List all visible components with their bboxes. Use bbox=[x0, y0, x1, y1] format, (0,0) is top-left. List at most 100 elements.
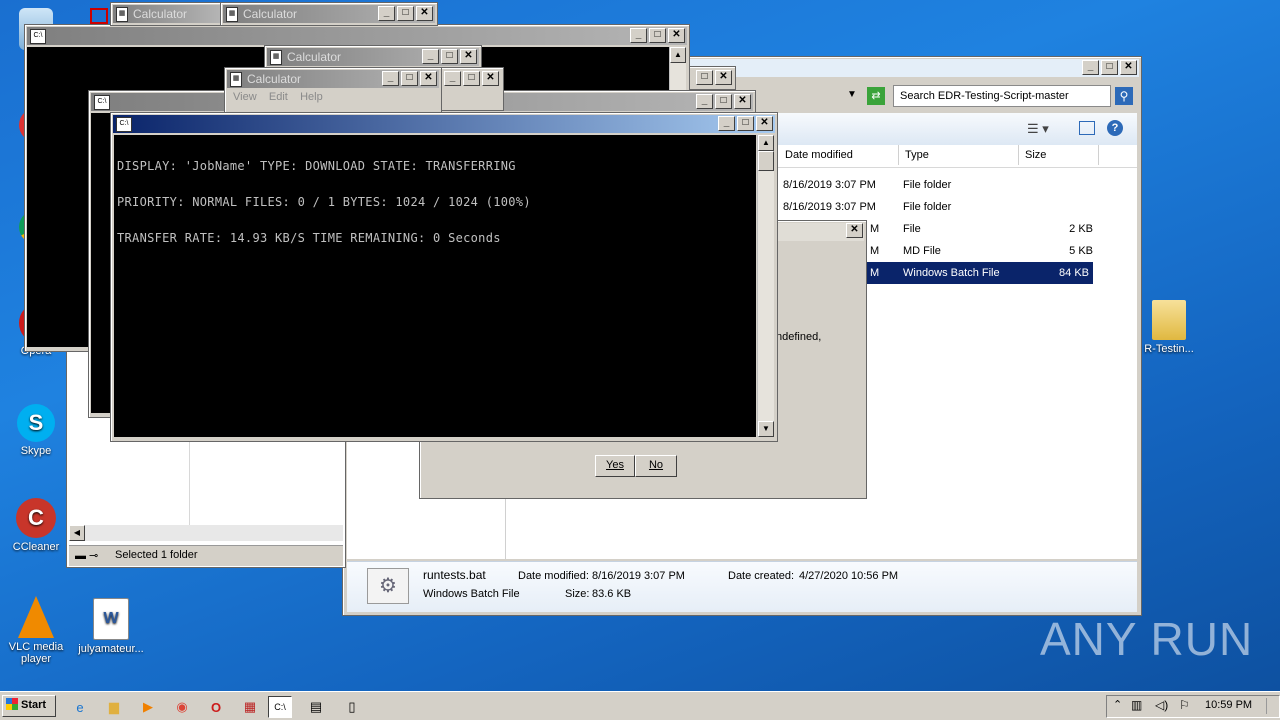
cell-date: M bbox=[870, 267, 880, 279]
view-options-icon[interactable]: ☰ ▾ bbox=[1027, 121, 1049, 137]
desktop-icon-skype[interactable]: S Skype bbox=[4, 404, 68, 457]
close-button[interactable]: ✕ bbox=[756, 116, 773, 131]
desktop-icon-vlc[interactable]: VLC media player bbox=[4, 596, 68, 665]
maximize-button[interactable]: □ bbox=[397, 6, 414, 21]
close-button[interactable]: ✕ bbox=[460, 49, 477, 64]
column-header-size[interactable]: Size bbox=[1019, 145, 1099, 165]
minimize-button[interactable]: _ bbox=[718, 116, 735, 131]
app-grid-icon[interactable]: ▦ bbox=[238, 696, 262, 718]
refresh-icon[interactable]: ⇄ bbox=[867, 87, 885, 105]
table-row-selected[interactable]: M Windows Batch File 84 KB bbox=[867, 262, 1093, 284]
minimize-button[interactable]: _ bbox=[444, 71, 461, 86]
window-title: Calculator bbox=[247, 72, 302, 86]
close-button[interactable]: ✕ bbox=[420, 71, 437, 86]
maximize-button[interactable]: □ bbox=[649, 28, 666, 43]
volume-icon[interactable]: ◁) bbox=[1155, 698, 1168, 712]
close-button[interactable]: ✕ bbox=[416, 6, 433, 21]
horizontal-scrollbar[interactable]: ◀ bbox=[69, 525, 343, 541]
help-icon[interactable]: ? bbox=[1107, 120, 1123, 136]
desktop-icon-label: VLC media player bbox=[8, 641, 64, 665]
yes-button[interactable]: Yes bbox=[595, 455, 635, 477]
app-icon-fragment bbox=[90, 8, 108, 24]
no-button[interactable]: No bbox=[635, 455, 677, 477]
scroll-down-button[interactable]: ▼ bbox=[758, 421, 774, 437]
show-desktop-button[interactable] bbox=[1266, 698, 1277, 714]
menu-help[interactable]: Help bbox=[300, 91, 323, 103]
maximize-button[interactable]: □ bbox=[463, 71, 480, 86]
watermark: ANY RUN bbox=[1040, 613, 1254, 665]
search-icon[interactable]: ⚲ bbox=[1115, 87, 1133, 105]
window-title: Calculator bbox=[243, 7, 298, 21]
details-file-name: runtests.bat bbox=[423, 568, 486, 582]
column-header-type[interactable]: Type bbox=[899, 145, 1019, 165]
calculator-taskbar-icon[interactable]: ▤ bbox=[304, 696, 328, 718]
close-button[interactable]: ✕ bbox=[734, 94, 751, 109]
cell-size: 2 KB bbox=[1069, 223, 1093, 235]
close-button[interactable]: ✕ bbox=[668, 28, 685, 43]
scroll-up-button[interactable]: ▲ bbox=[758, 135, 774, 151]
explorer-icon[interactable]: ▆ bbox=[102, 696, 126, 718]
system-tray: ⌃ ▥ ◁) ⚐ 10:59 PM bbox=[1106, 695, 1280, 718]
minimize-button[interactable]: _ bbox=[378, 6, 395, 21]
close-button[interactable]: ✕ bbox=[482, 71, 499, 86]
desktop-icon-word-doc[interactable]: W julyamateur... bbox=[76, 598, 146, 655]
maximize-button[interactable]: □ bbox=[441, 49, 458, 64]
close-button[interactable]: ✕ bbox=[1120, 60, 1137, 75]
ccleaner-icon: C bbox=[16, 498, 56, 538]
desktop-icon-ccleaner[interactable]: C CCleaner bbox=[4, 498, 68, 553]
search-input[interactable]: Search EDR-Testing-Script-master bbox=[900, 90, 1069, 102]
network-icon[interactable]: ▥ bbox=[1131, 698, 1142, 712]
cell-date: M bbox=[870, 245, 880, 257]
column-header-date[interactable]: Date modified bbox=[779, 145, 899, 165]
menu-view[interactable]: View bbox=[233, 91, 257, 103]
dropdown-arrow-icon[interactable]: ▼ bbox=[847, 89, 857, 100]
search-box[interactable]: Search EDR-Testing-Script-master bbox=[893, 85, 1111, 107]
maximize-button[interactable]: □ bbox=[715, 94, 732, 109]
clock[interactable]: 10:59 PM bbox=[1205, 699, 1252, 711]
calculator-icon: ▦ bbox=[226, 7, 238, 22]
menu-bar: View Edit Help bbox=[233, 91, 323, 103]
cell-type: Windows Batch File bbox=[903, 267, 1000, 279]
minimize-button[interactable]: _ bbox=[696, 94, 713, 109]
close-button[interactable]: ✕ bbox=[846, 223, 863, 238]
maximize-button[interactable]: □ bbox=[696, 70, 713, 85]
preview-pane-icon[interactable] bbox=[1079, 121, 1095, 135]
minimize-button[interactable]: _ bbox=[630, 28, 647, 43]
details-date-modified-label: Date modified: bbox=[518, 570, 589, 582]
close-button[interactable]: ✕ bbox=[715, 70, 732, 85]
scroll-up-button[interactable]: ▲ bbox=[670, 47, 686, 63]
start-button[interactable]: Start bbox=[2, 695, 56, 717]
cell-date: 8/16/2019 3:07 PM bbox=[783, 201, 876, 213]
maximize-button[interactable]: □ bbox=[737, 116, 754, 131]
console-icon: C:\ bbox=[30, 29, 46, 44]
minimize-button[interactable]: _ bbox=[1082, 60, 1099, 75]
word-document-icon: W bbox=[93, 598, 129, 640]
scroll-thumb[interactable] bbox=[758, 151, 774, 171]
desktop-icon-label: julyamateur... bbox=[78, 643, 144, 655]
no-label: No bbox=[648, 459, 664, 471]
minimize-button[interactable]: _ bbox=[382, 71, 399, 86]
console-titlebar: C:\ bbox=[27, 27, 687, 45]
chrome-icon[interactable]: ◉ bbox=[170, 696, 194, 718]
desktop-icon-folder[interactable]: R-Testin... bbox=[1134, 300, 1204, 355]
flag-icon[interactable]: ⚐ bbox=[1179, 698, 1190, 712]
drive-icon: ▬ ⊸ bbox=[75, 550, 99, 562]
show-hidden-icons-icon[interactable]: ⌃ bbox=[1113, 698, 1122, 711]
opera-icon[interactable]: O bbox=[204, 696, 228, 718]
desktop-icon-label: CCleaner bbox=[12, 541, 60, 553]
cell-date: 8/16/2019 3:07 PM bbox=[783, 179, 876, 191]
media-player-icon[interactable]: ▶ bbox=[136, 696, 160, 718]
vlc-icon bbox=[18, 596, 54, 638]
scroll-left-button[interactable]: ◀ bbox=[69, 525, 85, 541]
vertical-scrollbar[interactable]: ▲ ▼ bbox=[757, 135, 774, 437]
document-taskbar-icon[interactable]: ▯ bbox=[340, 696, 364, 718]
minimize-button[interactable]: _ bbox=[422, 49, 439, 64]
maximize-button[interactable]: □ bbox=[1101, 60, 1118, 75]
console-window-active: C:\ _ □ ✕ DISPLAY: 'JobName' TYPE: DOWNL… bbox=[110, 112, 778, 442]
cmd-taskbar-icon[interactable]: C:\ bbox=[268, 696, 292, 718]
ie-icon[interactable]: e bbox=[68, 696, 92, 718]
menu-edit[interactable]: Edit bbox=[269, 91, 288, 103]
maximize-button[interactable]: □ bbox=[401, 71, 418, 86]
calculator-icon: ▦ bbox=[270, 50, 282, 65]
desktop-icon-label: R-Testin... bbox=[1144, 343, 1194, 355]
